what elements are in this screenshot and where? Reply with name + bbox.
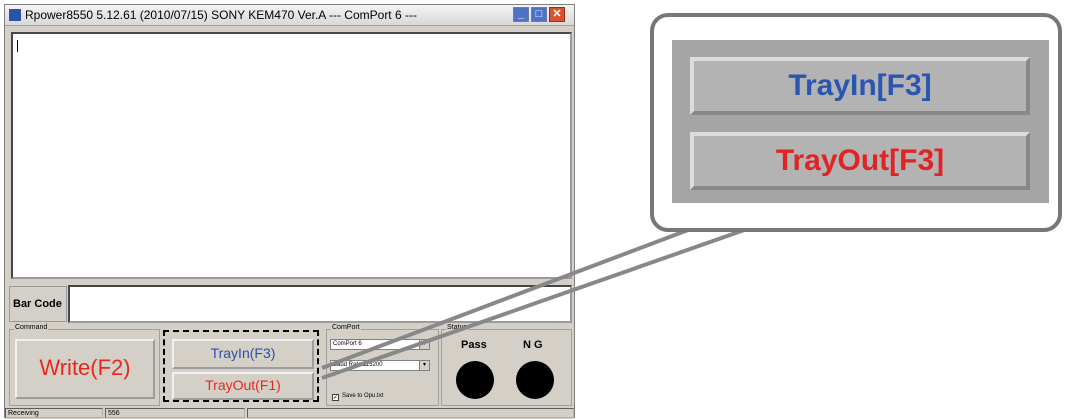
callout-tray-in-button: TrayIn[F3] — [690, 57, 1030, 115]
callout-tray-out-button: TrayOut[F3] — [690, 132, 1030, 190]
